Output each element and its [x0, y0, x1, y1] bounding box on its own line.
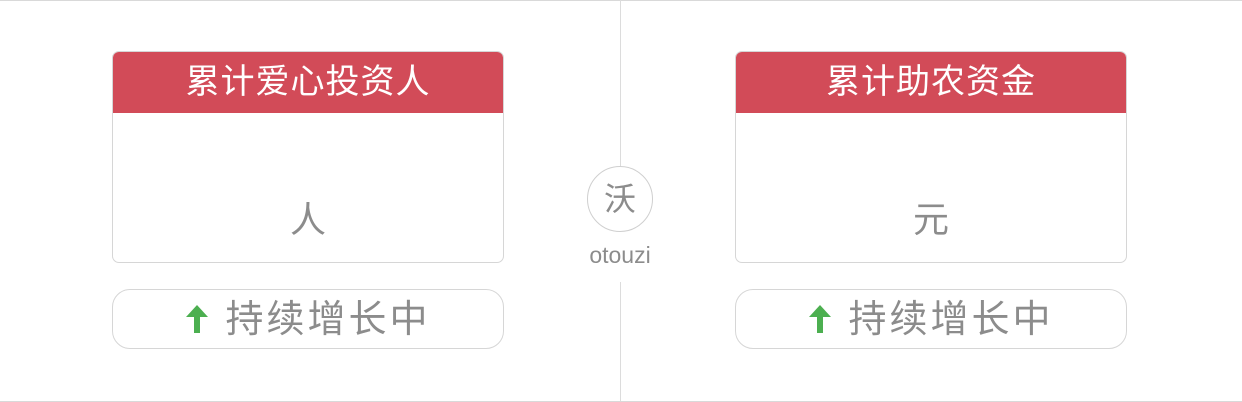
logo-wordmark: otouzi — [589, 242, 651, 268]
farm-fund-title: 累计助农资金 — [736, 52, 1126, 113]
investor-count-card: 累计爱心投资人 人 — [112, 51, 504, 263]
investor-growth-status: 持续增长中 — [112, 289, 504, 349]
center-divider-lower — [620, 282, 621, 402]
investor-growth-text: 持续增长中 — [225, 297, 431, 341]
arrow-up-icon — [809, 305, 832, 333]
investor-count-unit: 人 — [289, 200, 326, 241]
farm-fund-body: 元 — [736, 113, 1126, 262]
investor-count-body: 人 — [113, 113, 503, 262]
arrow-up-icon — [186, 305, 209, 333]
farm-fund-card: 累计助农资金 元 — [735, 51, 1127, 263]
top-border — [0, 0, 1242, 1]
logo-char: 沃 — [603, 180, 636, 218]
fund-growth-status: 持续增长中 — [735, 289, 1127, 349]
farm-fund-unit: 元 — [912, 200, 949, 241]
logo-badge: 沃 — [587, 166, 653, 232]
fund-growth-text: 持续增长中 — [848, 297, 1054, 341]
stats-panel: 累计爱心投资人 人 累计助农资金 元 沃 otouzi 持续增长中 持续增长中 — [0, 0, 1242, 402]
center-divider-upper — [620, 0, 621, 166]
investor-count-title: 累计爱心投资人 — [113, 52, 503, 113]
